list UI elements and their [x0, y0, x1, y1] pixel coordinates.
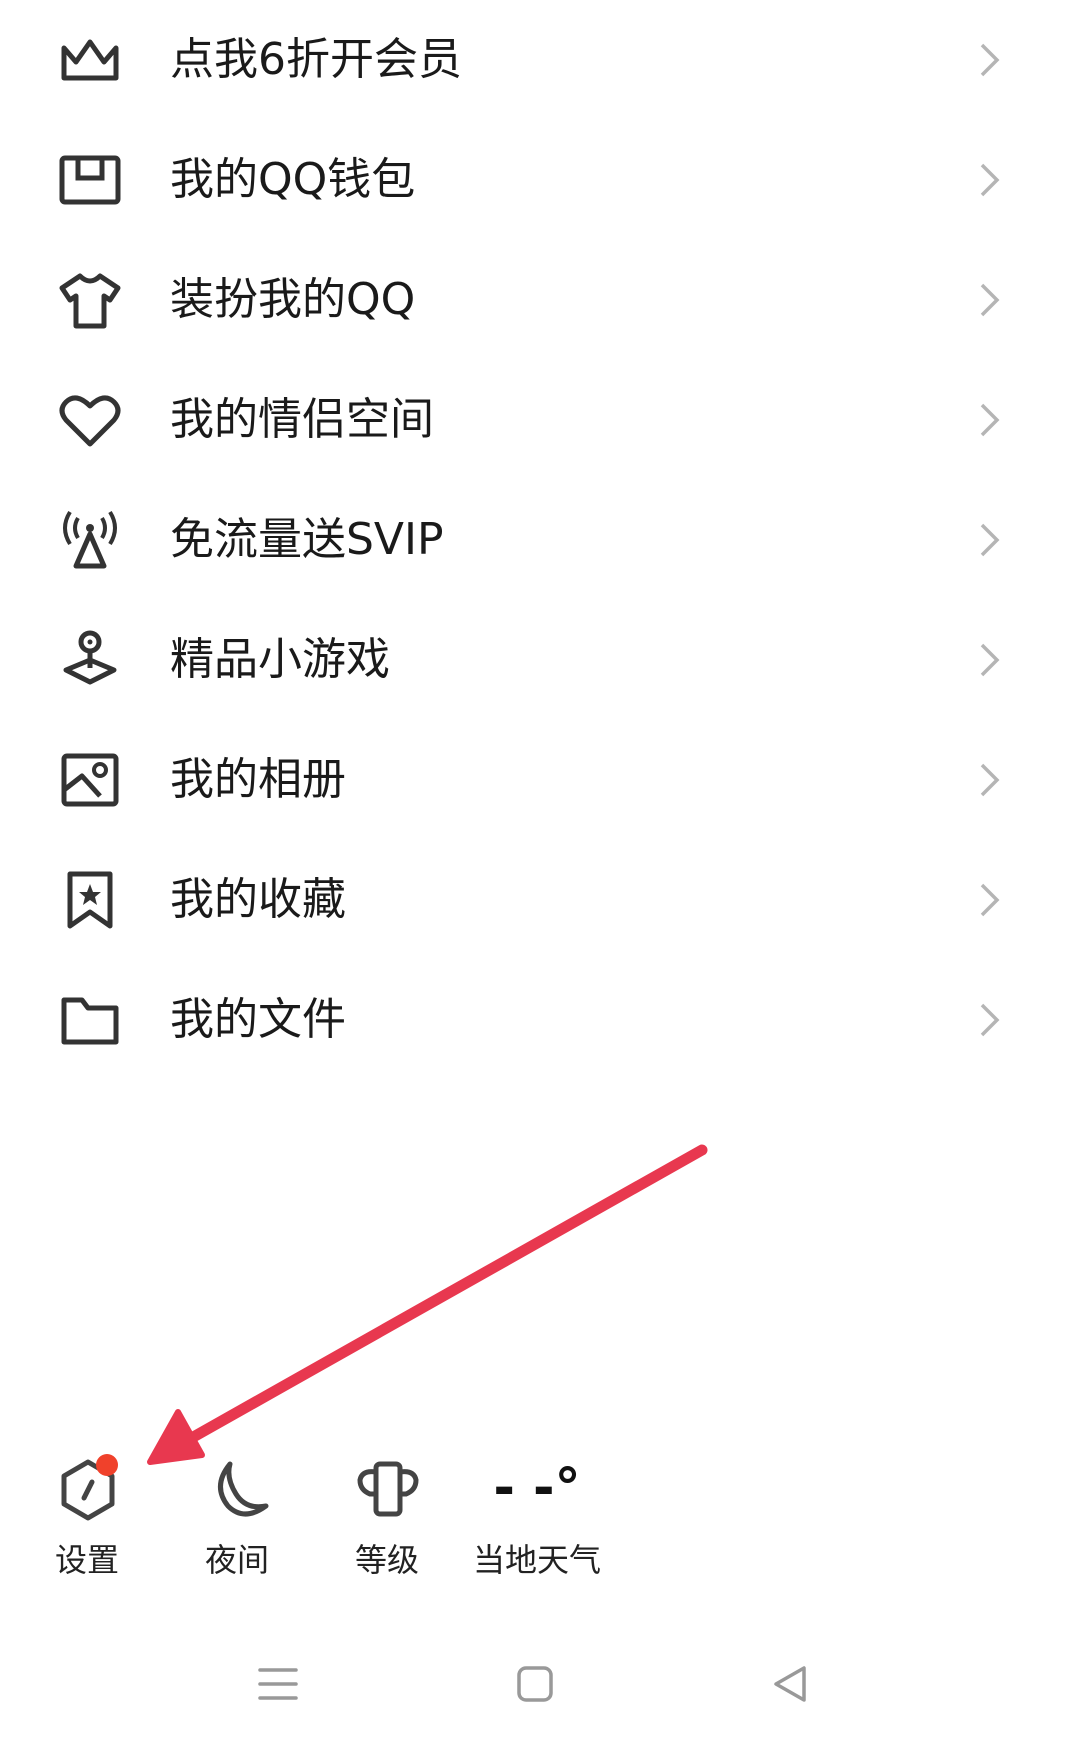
menu-item-label: 我的QQ钱包 [170, 154, 416, 205]
level-button[interactable]: 等级 [312, 1440, 462, 1590]
menu-item-label: 点我6折开会员 [170, 34, 462, 85]
menu-item-wallet[interactable]: 我的QQ钱包 [0, 120, 1070, 240]
chevron-right-icon [978, 521, 1002, 559]
heart-icon [56, 388, 124, 452]
chevron-right-icon [978, 761, 1002, 799]
wallet-icon [56, 148, 124, 212]
bottom-bar: 设置 夜间 等级 - -° 当地天气 [0, 1440, 1070, 1600]
weather-button[interactable]: - -° 当地天气 [462, 1440, 612, 1590]
menu-item-mini-games[interactable]: 精品小游戏 [0, 600, 1070, 720]
menu-item-free-data[interactable]: 免流量送SVIP [0, 480, 1070, 600]
settings-button[interactable]: 设置 [12, 1440, 162, 1590]
menu-item-label: 我的相册 [170, 754, 346, 805]
menu-lines-icon[interactable] [248, 1654, 308, 1714]
chevron-right-icon [978, 641, 1002, 679]
signal-tower-icon [56, 508, 124, 572]
tshirt-icon [56, 268, 124, 332]
menu-item-photo-album[interactable]: 我的相册 [0, 720, 1070, 840]
menu-item-label: 我的文件 [170, 994, 346, 1045]
chevron-right-icon [978, 881, 1002, 919]
menu-item-favorites[interactable]: 我的收藏 [0, 840, 1070, 960]
night-mode-label: 夜间 [204, 1541, 269, 1579]
bookmark-star-icon [56, 868, 124, 932]
crown-icon [56, 28, 124, 92]
menu-item-label: 我的收藏 [170, 874, 346, 925]
chevron-right-icon [978, 401, 1002, 439]
weather-label: 当地天气 [472, 1541, 601, 1579]
menu-item-label: 我的情侣空间 [170, 394, 434, 445]
menu-item-label: 免流量送SVIP [170, 514, 444, 565]
weather-temperature: - -° [493, 1458, 581, 1518]
menu-item-label: 精品小游戏 [170, 634, 390, 685]
settings-label: 设置 [54, 1541, 119, 1579]
game-joystick-icon [56, 628, 124, 692]
menu-item-vip[interactable]: 点我6折开会员 [0, 0, 1070, 120]
chevron-right-icon [978, 1001, 1002, 1039]
photo-album-icon [56, 748, 124, 812]
menu-item-couple-space[interactable]: 我的情侣空间 [0, 360, 1070, 480]
night-mode-button[interactable]: 夜间 [162, 1440, 312, 1590]
chevron-right-icon [978, 281, 1002, 319]
menu-item-files[interactable]: 我的文件 [0, 960, 1070, 1080]
home-square-icon[interactable] [505, 1654, 565, 1714]
folder-icon [56, 988, 124, 1052]
moon-icon [202, 1454, 274, 1526]
chevron-right-icon [978, 161, 1002, 199]
menu-item-dressup[interactable]: 装扮我的QQ [0, 240, 1070, 360]
notification-badge [96, 1454, 118, 1476]
level-wings-icon [352, 1454, 424, 1526]
system-nav-bar [0, 1630, 1070, 1740]
back-triangle-icon[interactable] [760, 1654, 820, 1714]
level-label: 等级 [354, 1541, 419, 1579]
chevron-right-icon [978, 41, 1002, 79]
menu-item-label: 装扮我的QQ [170, 274, 416, 325]
